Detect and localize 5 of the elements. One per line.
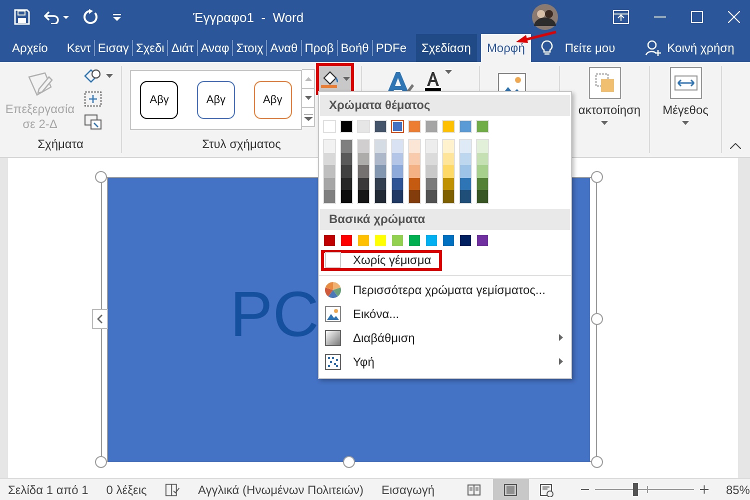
group-label: Σχήματα [38,136,84,153]
window-title: Έγγραφο1 - Word [193,10,304,24]
section-header: Βασικά χρώματα [320,208,570,230]
group-label: Στυλ σχήματος [202,136,281,153]
section-header: Χρώματα θέματος [320,95,570,116]
